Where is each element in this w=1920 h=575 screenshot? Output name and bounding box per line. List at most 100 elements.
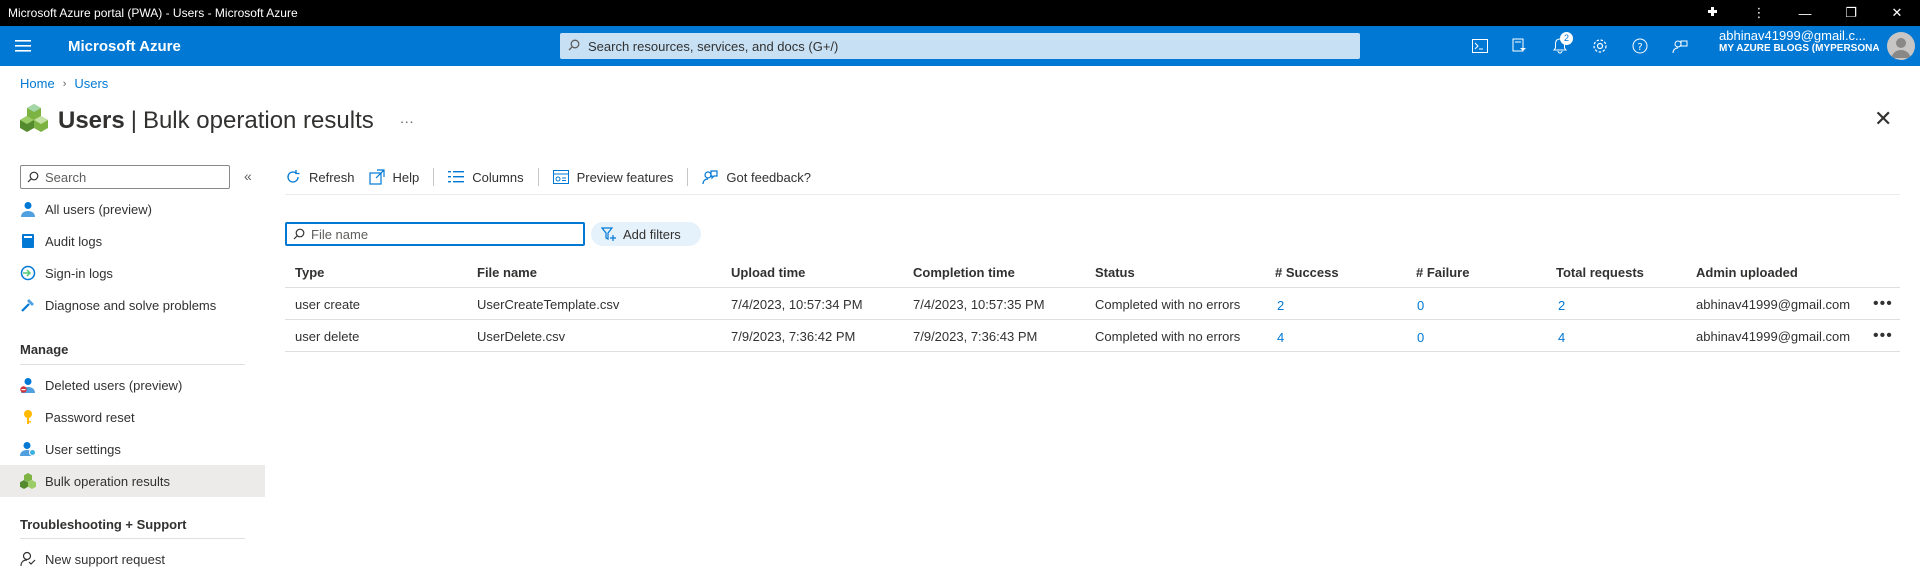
columns-icon	[448, 170, 465, 184]
sidebar-item-label: Password reset	[45, 409, 135, 425]
preview-features-label: Preview features	[576, 169, 674, 185]
sidebar-item-label: User settings	[45, 441, 121, 457]
key-icon	[20, 409, 36, 425]
restore-icon[interactable]: ❐	[1828, 5, 1874, 21]
column-header-file-name[interactable]: File name	[477, 256, 537, 288]
extensions-icon[interactable]	[1690, 5, 1736, 22]
wrench-icon	[20, 297, 36, 313]
cell-failure-link[interactable]: 0	[1417, 321, 1424, 353]
feedback-button[interactable]: Got feedback?	[702, 169, 811, 185]
page-header: Users | Bulk operation results ···	[20, 104, 414, 137]
account-org: MY AZURE BLOGS (MYPERSONA...	[1719, 43, 1879, 54]
sidebar-item-bulk-operation-results[interactable]: Bulk operation results	[0, 465, 265, 497]
sidebar-search-input[interactable]: Search	[20, 165, 230, 189]
sidebar-item-label: New support request	[45, 551, 165, 567]
window-titlebar: Microsoft Azure portal (PWA) - Users - M…	[0, 0, 1920, 26]
table-header-row: Type File name Upload time Completion ti…	[285, 256, 1900, 288]
notifications-icon[interactable]: 2	[1540, 26, 1580, 66]
sidebar-item-new-support-request[interactable]: New support request	[0, 543, 265, 575]
sidebar-item-diagnose[interactable]: Diagnose and solve problems	[0, 289, 265, 321]
sidebar-item-deleted-users[interactable]: Deleted users (preview)	[0, 369, 265, 401]
cell-admin-uploaded: abhinav41999@gmail.com	[1696, 296, 1851, 312]
cell-upload-time: 7/9/2023, 7:36:42 PM	[731, 328, 856, 344]
portal-topbar: Microsoft Azure Search resources, servic…	[0, 26, 1920, 66]
cell-total-link[interactable]: 4	[1558, 321, 1565, 353]
more-icon[interactable]: ⋮	[1736, 5, 1782, 21]
sidebar-search-placeholder: Search	[45, 169, 87, 185]
cell-completion-time: 7/9/2023, 7:36:43 PM	[913, 328, 1038, 344]
file-name-placeholder: File name	[311, 226, 369, 242]
column-header-type[interactable]: Type	[295, 256, 324, 288]
column-header-status[interactable]: Status	[1095, 256, 1135, 288]
breadcrumb-home-link[interactable]: Home	[20, 76, 55, 91]
close-blade-icon[interactable]: ✕	[1874, 106, 1892, 132]
avatar[interactable]	[1887, 32, 1915, 60]
results-table: Type File name Upload time Completion ti…	[285, 256, 1900, 352]
cell-success-link[interactable]: 4	[1277, 321, 1284, 353]
deleted-user-icon	[20, 377, 36, 393]
breadcrumb: Home › Users	[20, 76, 108, 91]
sidebar-item-password-reset[interactable]: Password reset	[0, 401, 265, 433]
row-more-icon[interactable]: •••	[1873, 320, 1893, 352]
help-icon[interactable]: ?	[1620, 26, 1660, 66]
row-more-icon[interactable]: •••	[1873, 288, 1893, 320]
book-icon	[20, 233, 36, 249]
column-header-failure[interactable]: # Failure	[1416, 256, 1469, 288]
column-header-upload-time[interactable]: Upload time	[731, 256, 805, 288]
toolbar-divider	[433, 168, 435, 186]
brand-title[interactable]: Microsoft Azure	[68, 38, 181, 55]
column-header-completion-time[interactable]: Completion time	[913, 256, 1015, 288]
cell-failure-link[interactable]: 0	[1417, 289, 1424, 321]
collapse-sidebar-icon[interactable]: «	[244, 168, 252, 184]
sidebar-item-label: All users (preview)	[45, 201, 152, 217]
directory-filter-icon[interactable]	[1500, 26, 1540, 66]
help-button[interactable]: Help	[368, 169, 419, 185]
sidebar-item-audit-logs[interactable]: Audit logs	[0, 225, 265, 257]
feedback-icon[interactable]	[1660, 26, 1700, 66]
global-search-placeholder: Search resources, services, and docs (G+…	[588, 38, 839, 54]
sidebar-item-sign-in-logs[interactable]: Sign-in logs	[0, 257, 265, 289]
sidebar-manage-header: Manage	[20, 342, 69, 357]
breadcrumb-users-link[interactable]: Users	[74, 76, 108, 91]
sidebar-divider	[20, 538, 245, 539]
page-title-separator: |	[130, 106, 137, 134]
account-info[interactable]: abhinav41999@gmail.c... MY AZURE BLOGS (…	[1719, 28, 1879, 54]
minimize-icon[interactable]: —	[1782, 6, 1828, 21]
sidebar-support-header: Troubleshooting + Support	[20, 517, 187, 532]
global-search-input[interactable]: Search resources, services, and docs (G+…	[560, 33, 1360, 59]
column-header-total-requests[interactable]: Total requests	[1556, 256, 1644, 288]
add-filters-button[interactable]: Add filters	[591, 222, 701, 246]
settings-gear-icon[interactable]	[1580, 26, 1620, 66]
command-bar: Refresh Help Columns Preview features Go…	[285, 164, 825, 190]
cell-type: user delete	[295, 328, 360, 344]
sidebar-item-label: Audit logs	[45, 233, 103, 249]
preview-features-button[interactable]: Preview features	[552, 169, 674, 185]
toolbar-divider	[687, 168, 689, 186]
column-header-admin-uploaded[interactable]: Admin uploaded	[1696, 256, 1798, 288]
cloud-shell-icon[interactable]	[1460, 26, 1500, 66]
users-cubes-icon	[20, 104, 48, 137]
feedback-person-icon	[702, 169, 719, 185]
table-row[interactable]: user delete UserDelete.csv 7/9/2023, 7:3…	[285, 320, 1900, 352]
page-title-sub: Bulk operation results	[142, 106, 374, 134]
sidebar-item-all-users[interactable]: All users (preview)	[0, 193, 265, 225]
cell-success-link[interactable]: 2	[1277, 289, 1284, 321]
add-filters-label: Add filters	[623, 226, 681, 242]
sidebar-item-label: Sign-in logs	[45, 265, 113, 281]
refresh-button[interactable]: Refresh	[285, 169, 355, 185]
hamburger-menu-icon[interactable]	[0, 39, 46, 53]
external-link-icon	[368, 169, 385, 185]
cell-total-link[interactable]: 2	[1558, 289, 1565, 321]
refresh-icon	[285, 169, 301, 185]
close-icon[interactable]: ✕	[1874, 5, 1920, 21]
table-row[interactable]: user create UserCreateTemplate.csv 7/4/2…	[285, 288, 1900, 320]
sidebar-item-user-settings[interactable]: User settings	[0, 433, 265, 465]
cell-type: user create	[295, 296, 361, 312]
page-title-main: Users	[58, 106, 125, 134]
page-more-icon[interactable]: ···	[400, 113, 414, 129]
chevron-right-icon: ›	[62, 77, 67, 90]
column-header-success[interactable]: # Success	[1275, 256, 1339, 288]
file-name-filter-input[interactable]: File name	[285, 222, 585, 246]
columns-button[interactable]: Columns	[448, 170, 524, 185]
search-icon	[293, 228, 305, 240]
